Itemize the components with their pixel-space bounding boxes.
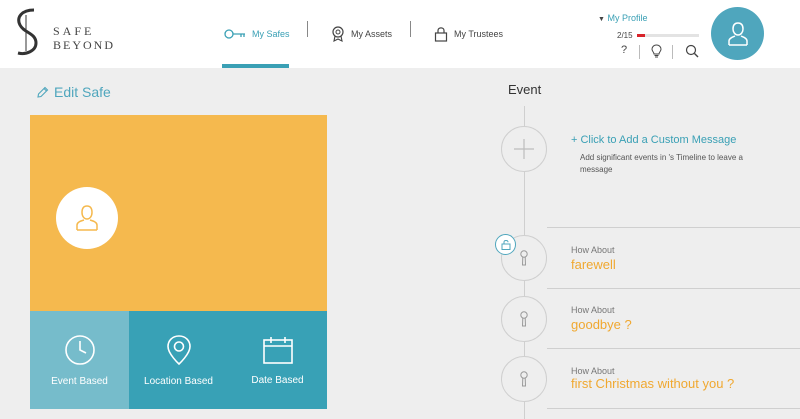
- event-based-label: Event Based: [51, 375, 108, 387]
- clock-icon: [64, 334, 95, 365]
- date-based-button[interactable]: Date Based: [228, 311, 327, 409]
- profile-progress-fill: [637, 34, 646, 37]
- event-name-farewell[interactable]: farewell: [571, 257, 616, 272]
- keyhole-icon: [520, 371, 528, 387]
- nav-my-assets[interactable]: My Assets: [331, 0, 392, 68]
- tool-divider: [672, 45, 673, 59]
- event-sub-label: How About: [571, 366, 615, 376]
- event-sub-label: How About: [571, 305, 615, 315]
- calendar-icon: [262, 336, 293, 364]
- keyhole-icon: [520, 311, 528, 327]
- active-tab-indicator: [222, 64, 289, 68]
- padlock-icon: [434, 27, 448, 42]
- safe-avatar[interactable]: [56, 187, 118, 249]
- nav-my-assets-label: My Assets: [351, 29, 393, 39]
- edit-safe-label: Edit Safe: [54, 84, 111, 100]
- my-profile-label: My Profile: [607, 13, 648, 23]
- lightbulb-button[interactable]: [651, 44, 662, 61]
- nav-my-safes[interactable]: My Safes: [224, 0, 290, 68]
- event-node[interactable]: [501, 296, 547, 342]
- location-based-button[interactable]: Location Based: [129, 311, 228, 409]
- my-profile-link[interactable]: ▼ My Profile: [598, 13, 647, 23]
- profile-progress-bar: [637, 34, 699, 37]
- medal-icon: [332, 26, 344, 42]
- nav-divider: [410, 21, 411, 37]
- padlock-icon: [501, 240, 510, 250]
- profile-progress-text: 2/15: [617, 31, 633, 40]
- logo-text-safe: SAFE: [53, 24, 95, 38]
- nav-my-safes-label: My Safes: [252, 29, 290, 39]
- event-section-title: Event: [508, 82, 542, 97]
- timeline-row-divider: [547, 348, 800, 349]
- event-name-goodbye[interactable]: goodbye ?: [571, 317, 632, 332]
- top-header: SAFE BEYOND My Safes My Assets My Truste…: [0, 0, 800, 68]
- event-name-first-christmas[interactable]: first Christmas without you ?: [571, 376, 734, 391]
- nav-my-trustees[interactable]: My Trustees: [434, 0, 503, 68]
- location-based-label: Location Based: [144, 375, 213, 387]
- add-custom-message-link[interactable]: + Click to Add a Custom Message: [571, 134, 736, 146]
- help-button[interactable]: ?: [621, 44, 627, 56]
- add-message-description: Add significant events in 's Timeline to…: [580, 153, 743, 174]
- unlock-badge[interactable]: [495, 234, 516, 255]
- event-based-button[interactable]: Event Based: [30, 311, 129, 409]
- safe-beyond-logo[interactable]: SAFE BEYOND: [12, 7, 122, 57]
- search-button[interactable]: [685, 44, 699, 61]
- caret-down-icon: ▼: [598, 16, 605, 23]
- event-sub-label: How About: [571, 245, 615, 255]
- key-icon: [224, 29, 245, 39]
- tool-divider: [639, 45, 640, 59]
- plus-icon: [514, 139, 534, 159]
- timeline-row-divider: [547, 227, 800, 228]
- location-pin-icon: [166, 334, 191, 365]
- logo-text-beyond: BEYOND: [53, 38, 115, 52]
- timeline-row-divider: [547, 288, 800, 289]
- logo-s-mark: [17, 8, 38, 55]
- add-message-node[interactable]: [501, 126, 547, 172]
- timeline-row-divider: [547, 408, 800, 409]
- nav-my-trustees-label: My Trustees: [454, 29, 504, 39]
- search-icon: [685, 44, 699, 58]
- pencil-icon: [37, 86, 49, 98]
- user-icon: [76, 205, 98, 231]
- keyhole-icon: [520, 250, 528, 266]
- lightbulb-icon: [651, 44, 662, 58]
- user-icon: [727, 21, 748, 46]
- user-avatar[interactable]: [711, 7, 764, 60]
- date-based-label: Date Based: [251, 374, 304, 386]
- edit-safe-link[interactable]: Edit Safe: [36, 84, 111, 100]
- nav-divider: [307, 21, 308, 37]
- event-node[interactable]: [501, 356, 547, 402]
